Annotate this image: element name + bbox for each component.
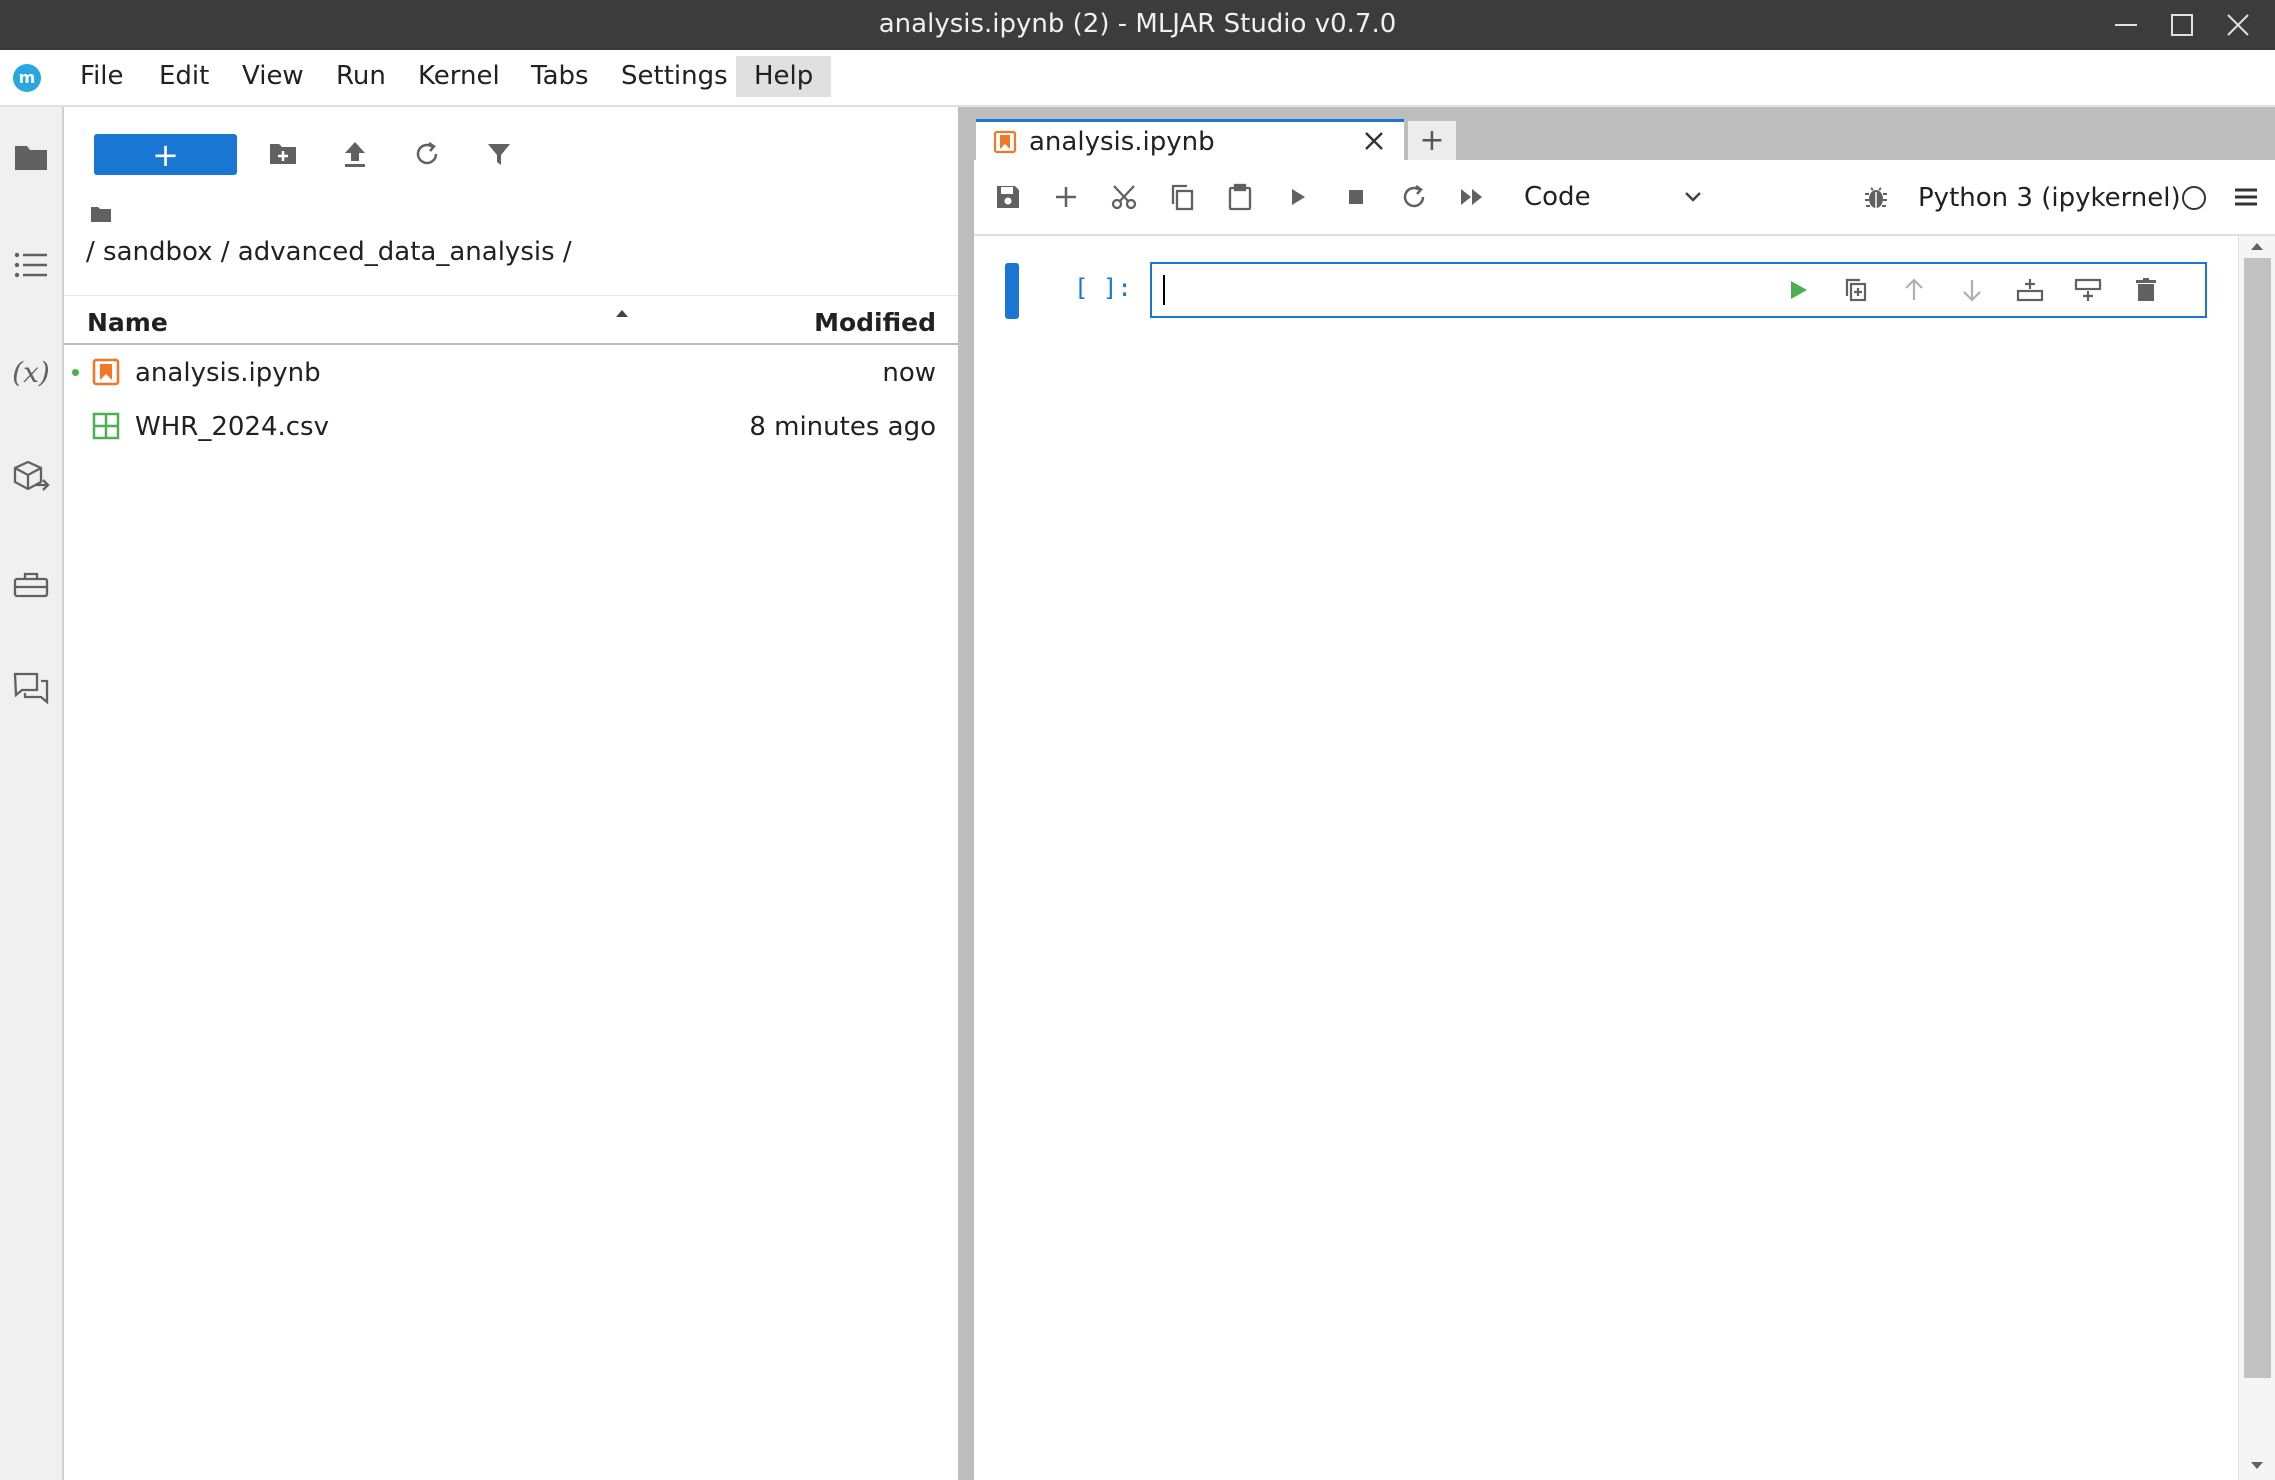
scroll-thumb[interactable]: [2244, 258, 2271, 1378]
panel-splitter[interactable]: [958, 107, 974, 1480]
close-icon[interactable]: [2210, 0, 2266, 50]
copy-icon[interactable]: [1164, 179, 1200, 215]
kernel-status-idle-icon: [2182, 186, 2206, 210]
run-cell-icon[interactable]: [1780, 272, 1816, 308]
tab-bar: analysis.ipynb +: [974, 107, 2275, 163]
notebook-icon: [92, 358, 120, 386]
file-browser: + / sandbox / advanced_data_analysis / N…: [64, 107, 958, 1480]
sort-ascending-icon[interactable]: [614, 306, 630, 322]
chevron-down-icon: [1682, 185, 1704, 207]
notebook-toolbar: Code Python 3 (ipykernel): [974, 160, 2275, 236]
scroll-down-icon[interactable]: [2250, 1460, 2264, 1472]
title-bar: analysis.ipynb (2) - MLJAR Studio v0.7.0: [0, 0, 2275, 50]
save-icon[interactable]: [990, 179, 1026, 215]
mljar-logo-icon: m: [12, 63, 42, 93]
code-cell-editor[interactable]: [1150, 262, 2207, 318]
menu-edit[interactable]: Edit: [141, 56, 227, 97]
notebook-icon: [993, 130, 1017, 154]
extensions-icon[interactable]: [11, 457, 51, 497]
debugger-icon[interactable]: [1858, 179, 1894, 215]
menu-settings[interactable]: Settings: [603, 56, 746, 97]
kernel-name[interactable]: Python 3 (ipykernel): [1918, 183, 2181, 213]
scroll-up-icon[interactable]: [2250, 240, 2264, 252]
file-modified: now: [882, 358, 936, 388]
tab-analysis-notebook[interactable]: analysis.ipynb: [976, 119, 1404, 163]
notebook-scrollbar[interactable]: [2238, 236, 2275, 1480]
notebook-content: [ ]:: [974, 236, 2238, 1480]
file-list-header: Name Modified: [64, 295, 958, 345]
stop-icon[interactable]: [1338, 179, 1374, 215]
breadcrumb[interactable]: / sandbox / advanced_data_analysis /: [86, 237, 572, 267]
file-name: WHR_2024.csv: [135, 412, 329, 442]
file-row[interactable]: WHR_2024.csv 8 minutes ago: [64, 399, 958, 453]
new-launcher-button[interactable]: +: [94, 134, 237, 175]
cell-prompt: [ ]:: [1074, 274, 1132, 302]
activity-bar: (x): [0, 107, 64, 1480]
menu-kernel[interactable]: Kernel: [400, 56, 518, 97]
menu-tabs[interactable]: Tabs: [513, 56, 607, 97]
menu-file[interactable]: File: [62, 56, 142, 97]
svg-text:m: m: [19, 68, 36, 87]
upload-icon[interactable]: [337, 136, 373, 172]
file-name: analysis.ipynb: [135, 358, 321, 388]
toolbox-icon[interactable]: [11, 564, 51, 604]
refresh-icon[interactable]: [409, 136, 445, 172]
move-down-icon[interactable]: [1954, 272, 1990, 308]
menu-run[interactable]: Run: [318, 56, 404, 97]
menu-bar: m File Edit View Run Kernel Tabs Setting…: [0, 50, 2275, 107]
duplicate-cell-icon[interactable]: [1838, 272, 1874, 308]
window-title: analysis.ipynb (2) - MLJAR Studio v0.7.0: [878, 9, 1397, 39]
filter-icon[interactable]: [481, 136, 517, 172]
add-cell-icon[interactable]: [1048, 179, 1084, 215]
menu-help[interactable]: Help: [736, 56, 832, 97]
run-all-icon[interactable]: [1454, 179, 1490, 215]
tab-label: analysis.ipynb: [1029, 127, 1215, 157]
move-up-icon[interactable]: [1896, 272, 1932, 308]
insert-above-icon[interactable]: [2012, 272, 2048, 308]
chat-icon[interactable]: [11, 668, 51, 708]
file-row[interactable]: analysis.ipynb now: [64, 345, 958, 399]
paste-icon[interactable]: [1222, 179, 1258, 215]
column-modified-header[interactable]: Modified: [814, 308, 936, 337]
maximize-icon[interactable]: [2154, 0, 2210, 50]
table-of-contents-icon[interactable]: [11, 245, 51, 285]
insert-below-icon[interactable]: [2070, 272, 2106, 308]
cell-type-value: Code: [1524, 182, 1591, 212]
column-name-header[interactable]: Name: [87, 308, 168, 337]
folder-icon[interactable]: [11, 137, 51, 177]
menu-view[interactable]: View: [224, 56, 322, 97]
running-indicator: [72, 369, 79, 376]
text-cursor: [1163, 275, 1165, 305]
new-folder-icon[interactable]: [265, 136, 301, 172]
home-folder-icon[interactable]: [90, 205, 112, 223]
file-modified: 8 minutes ago: [749, 412, 936, 442]
cut-icon[interactable]: [1106, 179, 1142, 215]
close-tab-icon[interactable]: [1362, 129, 1386, 153]
variables-icon[interactable]: (x): [11, 352, 51, 392]
run-icon[interactable]: [1280, 179, 1316, 215]
active-cell-marker: [1005, 263, 1019, 319]
restart-icon[interactable]: [1396, 179, 1432, 215]
csv-file-icon: [92, 412, 120, 440]
menu-hamburger-icon[interactable]: [2228, 179, 2264, 215]
cell-type-select[interactable]: Code: [1524, 177, 1704, 217]
add-tab-button[interactable]: +: [1408, 121, 1456, 160]
minimize-icon[interactable]: [2098, 0, 2154, 50]
delete-cell-icon[interactable]: [2128, 272, 2164, 308]
